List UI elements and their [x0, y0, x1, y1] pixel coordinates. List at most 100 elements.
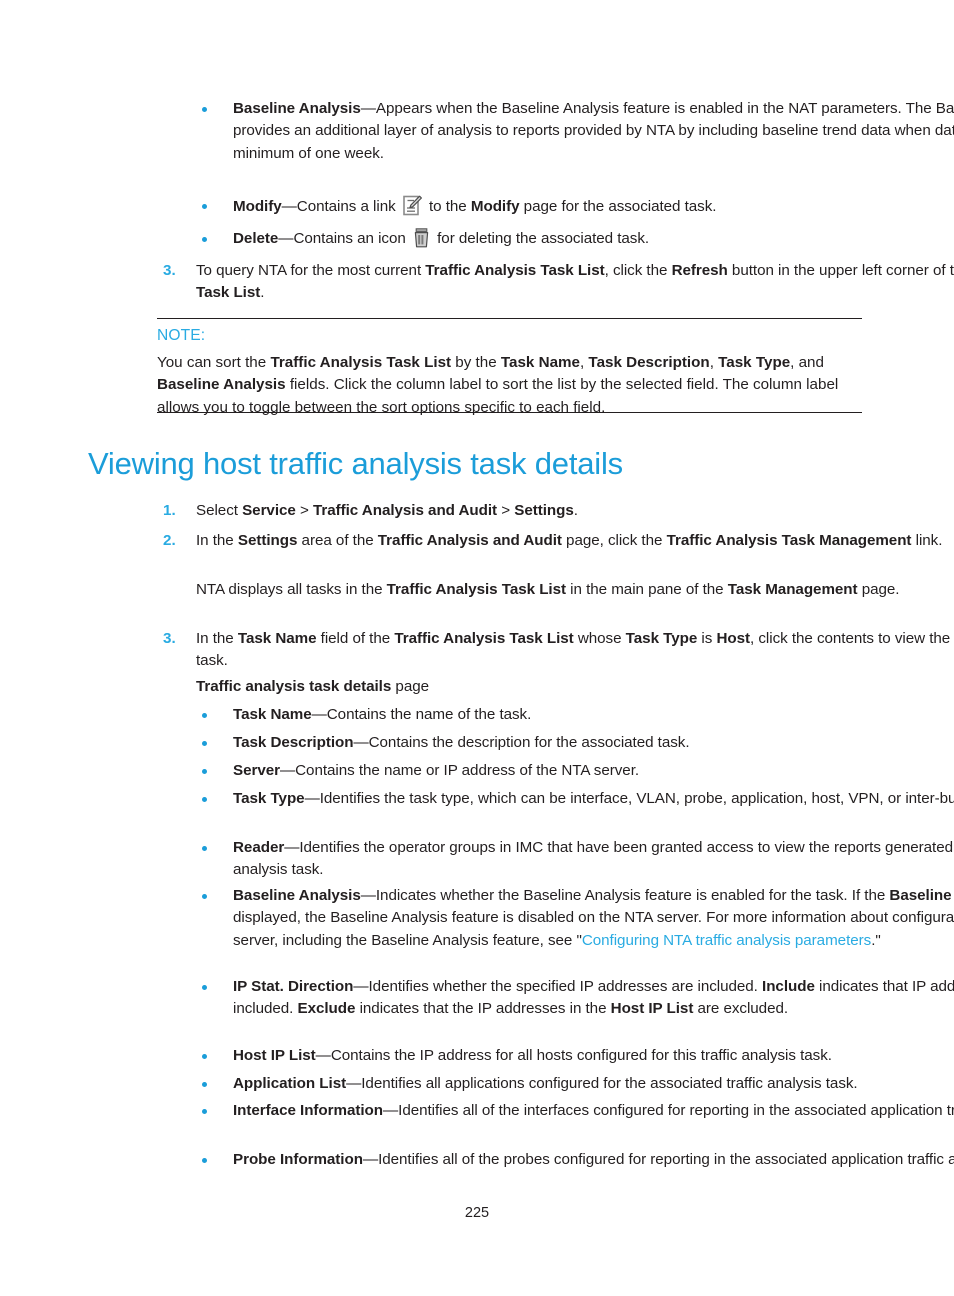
- paragraph-bold-term: Task Management: [727, 581, 858, 598]
- bullet-marker-icon: [202, 1149, 233, 1171]
- bullet-dash: —: [284, 839, 300, 856]
- step-bold-term: Traffic Analysis Task List: [394, 630, 574, 647]
- bullet-text: Baseline Analysis—Appears when the Basel…: [233, 98, 954, 165]
- note-label: NOTE:: [157, 327, 206, 344]
- list-item: Delete—Contains an icon for deleting the…: [202, 228, 954, 255]
- bullet-bold-term: Baseline Analysis: [889, 887, 954, 904]
- bullet-text: Server—Contains the name or IP address o…: [233, 760, 954, 782]
- bullet-bold-term: Exclude: [297, 1000, 356, 1018]
- bullet-term: Probe Information: [233, 1151, 363, 1168]
- bullet-text: Probe Information—Identifies all of the …: [233, 1149, 954, 1171]
- bullet-description: Identifies the operator groups in IMC th…: [233, 839, 954, 879]
- bullet-marker-icon: [202, 788, 233, 810]
- bullet-term: Host IP List: [233, 1047, 316, 1064]
- note-text-part: ,: [709, 354, 719, 371]
- step-text-part: .: [573, 502, 578, 519]
- bullet-term: Task Type: [233, 790, 305, 807]
- list-item: Probe Information—Identifies all of the …: [202, 1149, 954, 1171]
- paragraph-part: page.: [857, 581, 900, 598]
- bullet-description: Contains the IP address for all hosts co…: [330, 1047, 832, 1064]
- bullet-description: Contains the name of the task.: [326, 706, 532, 723]
- bullet-bold-mid: Modify: [470, 198, 520, 215]
- bullet-bold-term: Host IP List: [610, 1000, 694, 1018]
- note-top-rule: [157, 318, 862, 319]
- bullet-dash: —: [360, 887, 376, 904]
- bullet-term: Task Name: [233, 706, 312, 723]
- step-text-part: .: [260, 284, 265, 302]
- paragraph: NTA displays all tasks in the Traffic An…: [196, 579, 954, 601]
- step-text-part: area of the: [297, 532, 378, 549]
- paragraph-part: NTA displays all tasks in the: [196, 581, 387, 598]
- bullet-dash: —: [311, 706, 327, 723]
- bullet-term: Interface Information: [233, 1102, 384, 1119]
- details-caption-bold: Traffic analysis task details: [196, 678, 392, 695]
- page-number: 225: [464, 1205, 490, 1221]
- step-text: In the Settings area of the Traffic Anal…: [196, 530, 954, 552]
- bullet-marker-icon: [202, 760, 233, 782]
- step-number: 3.: [163, 630, 176, 647]
- list-item: Application List—Identifies all applicat…: [202, 1073, 954, 1095]
- bullet-term: Task Description: [233, 734, 354, 751]
- bullet-description-cont: indicates that the IP addresses in the: [355, 1000, 611, 1018]
- step-bold-term: Traffic Analysis and Audit: [377, 532, 562, 549]
- bullet-description: Identifies the task type, which can be i…: [319, 790, 954, 807]
- bullet-marker-icon: [202, 1100, 233, 1122]
- list-item: Task Name—Contains the name of the task.: [202, 704, 954, 726]
- bullet-text: Modify—Contains a link to the Modify pag…: [233, 195, 954, 223]
- note-bottom-rule: [157, 412, 862, 413]
- bullet-description-cont: indicates that IP addresses in the: [819, 978, 954, 995]
- list-item: Interface Information—Identifies all of …: [202, 1100, 954, 1122]
- cross-reference-link[interactable]: Configuring NTA traffic analysis paramet…: [582, 932, 871, 949]
- edit-document-icon[interactable]: [403, 195, 422, 223]
- step-text-part: page, click the: [561, 532, 667, 549]
- bullet-term: Baseline Analysis: [233, 887, 361, 904]
- list-item: IP Stat. Direction—Identifies whether th…: [202, 976, 954, 1021]
- bullet-dash: —: [346, 1075, 362, 1092]
- bullet-marker-icon: [202, 885, 233, 952]
- bullet-marker-icon: [202, 837, 233, 882]
- bullet-term: IP Stat. Direction: [233, 978, 354, 995]
- step-text-part: In the: [196, 630, 238, 647]
- bullet-dash: —: [353, 978, 369, 995]
- step-text: To query NTA for the most current Traffi…: [196, 260, 954, 305]
- trash-can-icon[interactable]: [413, 228, 430, 255]
- bullet-text: Baseline Analysis—Indicates whether the …: [233, 885, 954, 952]
- step-text-part: , click the: [604, 262, 672, 279]
- step-bold-term: Traffic Analysis and Audit: [312, 502, 498, 519]
- bullet-description-end: .": [871, 931, 881, 949]
- bullet-term: Baseline Analysis: [233, 100, 361, 117]
- bullet-bold-term: Include: [762, 978, 815, 995]
- ordered-list-item: 1. Select Service > Traffic Analysis and…: [163, 500, 954, 522]
- bullet-description: Identifies all of the probes configured …: [378, 1151, 954, 1168]
- details-caption: Traffic analysis task details page: [196, 676, 862, 698]
- note-body: You can sort the Traffic Analysis Task L…: [157, 352, 864, 419]
- bullet-description: Contains the description for the associa…: [368, 734, 690, 751]
- bullet-marker-icon: [202, 976, 233, 1021]
- step-number: 3.: [163, 262, 176, 279]
- bullet-text: Task Type—Identifies the task type, whic…: [233, 788, 954, 810]
- step-bold-term: Traffic Analysis Task Management: [666, 532, 912, 549]
- list-item: Baseline Analysis—Appears when the Basel…: [202, 98, 954, 165]
- bullet-marker-icon: [202, 1073, 233, 1095]
- bullet-text: Delete—Contains an icon for deleting the…: [233, 228, 954, 255]
- bullet-dash: —: [280, 762, 296, 779]
- bullet-dash: —: [360, 100, 376, 117]
- step-bold-term: Refresh: [671, 262, 728, 279]
- step-text-part: button in the upper left corner of the: [727, 262, 954, 279]
- bullet-term: Delete: [233, 230, 279, 247]
- page-title: Viewing host traffic analysis task detai…: [88, 446, 623, 481]
- step-text-part: whose: [573, 630, 626, 647]
- step-bold-term: Settings: [237, 532, 298, 549]
- step-text-part: >: [295, 502, 313, 519]
- bullet-description-end: page for the associated task.: [519, 198, 717, 215]
- step-number: 1.: [163, 502, 176, 519]
- bullet-term: Application List: [233, 1075, 347, 1092]
- bullet-description: Indicates whether the Baseline Analysis …: [375, 887, 890, 904]
- step-text-part: field of the: [316, 630, 395, 647]
- note-bold-term: Task Description: [588, 354, 710, 371]
- list-item: Task Type—Identifies the task type, whic…: [202, 788, 954, 810]
- bullet-term: Modify: [233, 198, 282, 215]
- bullet-dash: —: [304, 790, 320, 807]
- bullet-text: Host IP List—Contains the IP address for…: [233, 1045, 954, 1067]
- bullet-marker-icon: [202, 1045, 233, 1067]
